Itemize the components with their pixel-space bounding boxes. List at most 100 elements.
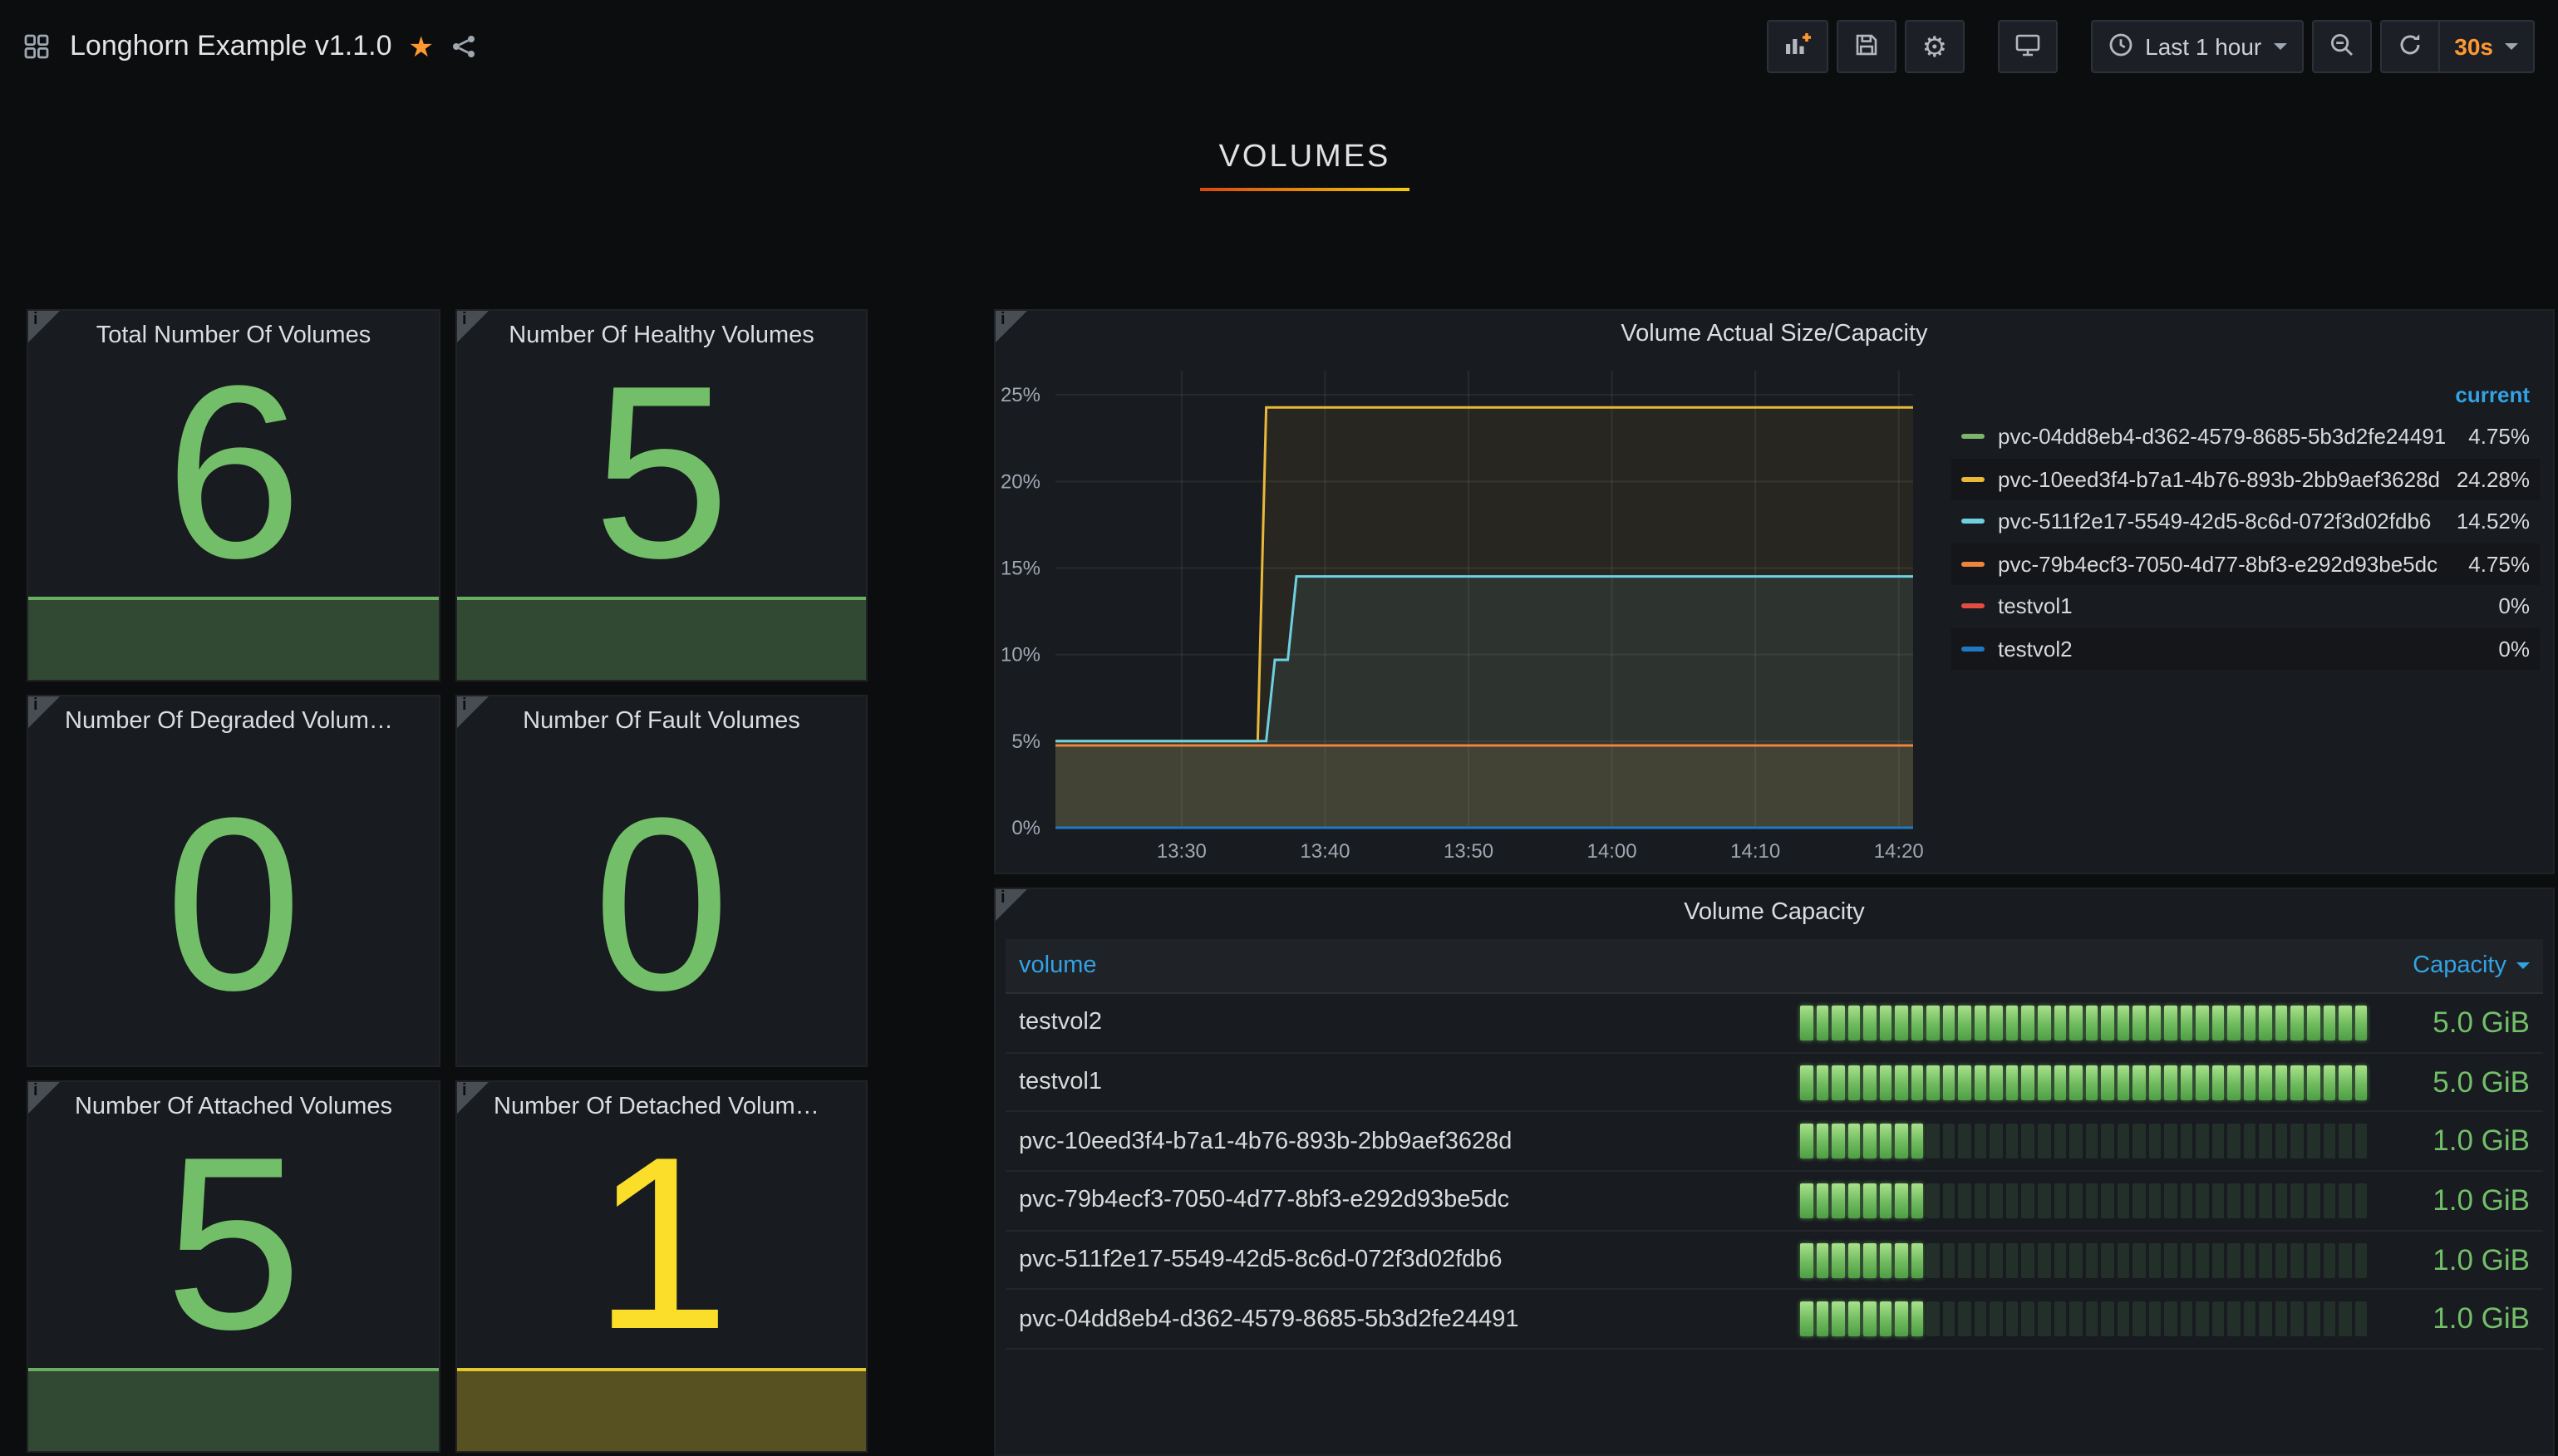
legend-item[interactable]: pvc-04dd8eb4-d362-4579-8685-5b3d2fe24491…	[1951, 416, 2540, 458]
clock-icon	[2107, 31, 2133, 62]
led-cell	[2022, 1065, 2034, 1099]
led-cell	[2275, 1006, 2288, 1040]
stat-value: 0	[457, 746, 866, 1065]
stat-panel-title[interactable]: Number Of Degraded Volumes...	[28, 696, 439, 746]
led-cell	[1911, 1065, 1923, 1099]
legend-rows: pvc-04dd8eb4-d362-4579-8685-5b3d2fe24491…	[1951, 416, 2540, 670]
table-row: pvc-04dd8eb4-d362-4579-8685-5b3d2fe24491…	[1006, 1291, 2543, 1350]
refresh-interval-button[interactable]: 30s	[2437, 20, 2535, 73]
x-tick-label: 14:10	[1730, 840, 1780, 863]
led-cell	[2307, 1183, 2319, 1218]
column-header-volume[interactable]: volume	[1019, 952, 2413, 979]
led-cell	[2307, 1124, 2319, 1158]
time-range-button[interactable]: Last 1 hour	[2090, 20, 2303, 73]
stat-value: 5	[457, 351, 866, 597]
settings-button[interactable]: ⚙	[1906, 20, 1965, 73]
led-cell	[2275, 1124, 2288, 1158]
led-cell	[2038, 1006, 2050, 1040]
led-cell	[1911, 1006, 1923, 1040]
led-cell	[2244, 1124, 2256, 1158]
apps-icon[interactable]	[23, 33, 50, 60]
volume-name-cell: pvc-10eed3f4-b7a1-4b76-893b-2bb9aef3628d	[1019, 1128, 1800, 1154]
legend-item[interactable]: pvc-79b4ecf3-7050-4d77-8bf3-e292d93be5dc…	[1951, 543, 2540, 585]
share-icon[interactable]	[450, 33, 477, 60]
led-cell	[2354, 1183, 2367, 1218]
led-cell	[1832, 1183, 1844, 1218]
chart-panel: i Volume Actual Size/Capacity 0%5%10%15%…	[994, 309, 2555, 874]
save-dashboard-button[interactable]	[1837, 20, 1897, 73]
led-cell	[2228, 1065, 2241, 1099]
legend-item[interactable]: testvol20%	[1951, 627, 2540, 670]
led-cell	[1879, 1065, 1891, 1099]
led-cell	[1927, 1065, 1940, 1099]
led-cell	[1832, 1302, 1844, 1337]
led-cell	[2244, 1006, 2256, 1040]
panel-info-icon[interactable]: i	[28, 696, 60, 728]
add-panel-icon	[1784, 31, 1813, 62]
led-cell	[1911, 1183, 1923, 1218]
legend-item[interactable]: pvc-10eed3f4-b7a1-4b76-893b-2bb9aef3628d…	[1951, 458, 2540, 500]
led-cell	[1975, 1124, 1987, 1158]
capacity-value: 5.0 GiB	[2390, 1065, 2530, 1099]
led-cell	[2038, 1065, 2050, 1099]
led-cell	[2291, 1302, 2304, 1337]
panel-info-icon[interactable]: i	[996, 889, 1027, 921]
led-cell	[2006, 1183, 2019, 1218]
dashboard-title[interactable]: Longhorn Example v1.1.0	[70, 30, 392, 63]
stat-gauge-bar	[457, 1368, 866, 1451]
led-cell	[2038, 1242, 2050, 1277]
legend-item[interactable]: pvc-511f2e17-5549-42d5-8c6d-072f3d02fdb6…	[1951, 500, 2540, 543]
panel-info-icon[interactable]: i	[996, 311, 1027, 342]
refresh-button[interactable]	[2379, 20, 2437, 73]
led-cell	[2101, 1124, 2113, 1158]
led-cell	[2339, 1006, 2351, 1040]
row-heading[interactable]: VOLUMES	[0, 140, 2558, 191]
legend-series-name: pvc-79b4ecf3-7050-4d77-8bf3-e292d93be5dc	[1998, 552, 2455, 577]
led-cell	[2323, 1302, 2335, 1337]
legend-current-header[interactable]: current	[1951, 377, 2540, 416]
led-cell	[1800, 1183, 1813, 1218]
led-cell	[2117, 1065, 2129, 1099]
legend-current-value: 4.75%	[2468, 552, 2530, 577]
led-cell	[1816, 1183, 1828, 1218]
led-cell	[1832, 1006, 1844, 1040]
star-icon[interactable]: ★	[409, 32, 435, 61]
led-cell	[1943, 1124, 1955, 1158]
table-header: volume Capacity	[1006, 939, 2543, 994]
led-cell	[2038, 1183, 2050, 1218]
x-tick-label: 13:30	[1157, 840, 1207, 863]
panel-info-icon[interactable]: i	[457, 696, 489, 728]
y-tick-label: 15%	[1001, 558, 1040, 580]
y-tick-label: 20%	[1001, 470, 1040, 493]
led-cell	[2132, 1302, 2145, 1337]
stat-panel-title[interactable]: Number Of Fault Volumes	[457, 696, 866, 746]
led-cell	[2275, 1302, 2288, 1337]
stat-gauge-bar	[28, 1368, 439, 1451]
panel-info-icon[interactable]: i	[28, 311, 60, 342]
column-header-capacity[interactable]: Capacity	[2413, 952, 2530, 979]
panel-info-icon[interactable]: i	[28, 1082, 60, 1114]
led-cell	[2022, 1124, 2034, 1158]
add-panel-button[interactable]	[1768, 20, 1829, 73]
zoom-out-button[interactable]	[2311, 20, 2371, 73]
led-cell	[1800, 1124, 1813, 1158]
led-cell	[1943, 1302, 1955, 1337]
led-cell	[1959, 1065, 1971, 1099]
info-letter: i	[462, 696, 467, 715]
table-panel-title[interactable]: Volume Capacity	[996, 889, 2553, 936]
led-cell	[2212, 1242, 2225, 1277]
led-cell	[2196, 1183, 2209, 1218]
led-cell	[2181, 1006, 2193, 1040]
tv-mode-button[interactable]	[1997, 20, 2057, 73]
led-cell	[1990, 1242, 2003, 1277]
led-cell	[1990, 1065, 2003, 1099]
chevron-down-icon	[2505, 43, 2518, 50]
led-cell	[2181, 1302, 2193, 1337]
legend-item[interactable]: testvol10%	[1951, 585, 2540, 627]
led-cell	[2339, 1183, 2351, 1218]
panel-info-icon[interactable]: i	[457, 311, 489, 342]
sort-desc-icon	[2516, 962, 2530, 969]
led-cell	[2101, 1065, 2113, 1099]
panel-info-icon[interactable]: i	[457, 1082, 489, 1114]
legend-series-name: pvc-511f2e17-5549-42d5-8c6d-072f3d02fdb6	[1998, 509, 2443, 534]
